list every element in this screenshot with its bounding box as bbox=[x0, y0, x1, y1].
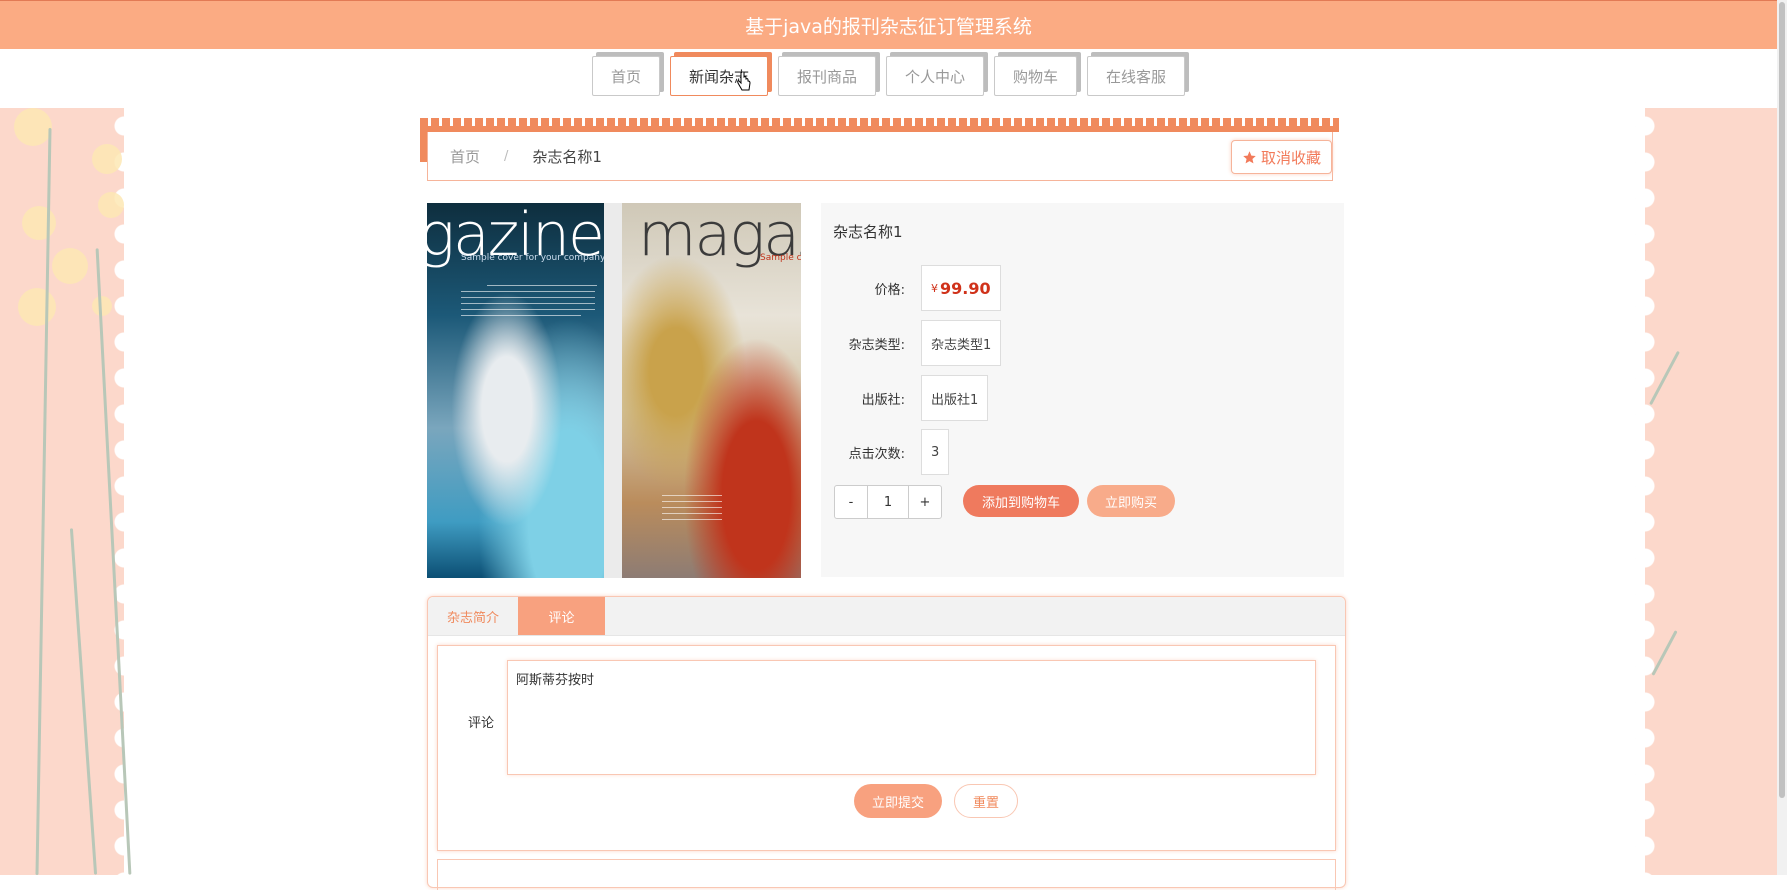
nav-online-service[interactable]: 在线客服 bbox=[1087, 56, 1186, 96]
clicks-row: 点击次数: 3 bbox=[833, 429, 950, 475]
breadcrumb-home[interactable]: 首页 bbox=[450, 146, 480, 167]
cover-subtitle: Sample cover for your company bbox=[461, 253, 604, 263]
comment-textarea[interactable]: 阿斯蒂芬按时 bbox=[507, 660, 1316, 775]
nav-personal-center[interactable]: 个人中心 bbox=[886, 56, 985, 96]
magazine-cover-image-2: magaz Sample co bbox=[622, 203, 801, 578]
publisher-row: 出版社: 出版社1 bbox=[833, 375, 989, 421]
type-value: 杂志类型1 bbox=[921, 320, 1002, 366]
submit-button[interactable]: 立即提交 bbox=[854, 784, 942, 818]
star-icon bbox=[1243, 150, 1256, 163]
nav-news-magazine[interactable]: 新闻杂志 bbox=[669, 56, 768, 96]
product-name: 杂志名称1 bbox=[833, 223, 903, 241]
nav-label: 个人中心 bbox=[905, 67, 966, 86]
price-value-box: ¥ 99.90 bbox=[921, 265, 1001, 311]
type-label: 杂志类型: bbox=[848, 337, 905, 353]
clicks-label: 点击次数: bbox=[848, 446, 905, 462]
product-info-panel: 杂志名称1 价格: ¥ 99.90 杂志类型: 杂志类型1 出版社: 出版社1 … bbox=[821, 203, 1344, 577]
main-nav: 首页 新闻杂志 报刊商品 个人中心 购物车 在线客服 bbox=[0, 56, 1777, 98]
tab-bar: 杂志简介 评论 bbox=[428, 597, 1345, 636]
nav-label: 在线客服 bbox=[1106, 67, 1167, 86]
breadcrumb-current: 杂志名称1 bbox=[532, 147, 602, 166]
breadcrumb-bar: 首页 / 杂志名称1 取消收藏 bbox=[420, 118, 1339, 182]
clicks-value: 3 bbox=[921, 429, 950, 475]
publisher-value: 出版社1 bbox=[921, 375, 989, 421]
nav-label: 首页 bbox=[610, 67, 641, 86]
add-to-cart-button[interactable]: 添加到购物车 bbox=[963, 485, 1079, 517]
price-label: 价格: bbox=[874, 282, 905, 298]
nav-home[interactable]: 首页 bbox=[591, 56, 660, 96]
scrollbar-thumb[interactable] bbox=[1779, 2, 1785, 798]
increase-button[interactable]: + bbox=[909, 486, 941, 518]
type-row: 杂志类型: 杂志类型1 bbox=[833, 320, 1002, 366]
nav-label: 购物车 bbox=[1013, 67, 1059, 86]
decrease-button[interactable]: - bbox=[835, 486, 867, 518]
tab-comments[interactable]: 评论 bbox=[518, 597, 605, 635]
breadcrumb-separator: / bbox=[504, 148, 509, 164]
nav-newspaper-products[interactable]: 报刊商品 bbox=[777, 56, 876, 96]
nav-label: 报刊商品 bbox=[796, 67, 857, 86]
hand-cursor-icon bbox=[737, 72, 751, 91]
quantity-stepper: - 1 + bbox=[834, 485, 942, 519]
buy-now-button[interactable]: 立即购买 bbox=[1087, 485, 1175, 517]
tab-magazine-intro[interactable]: 杂志简介 bbox=[428, 597, 518, 635]
reset-button[interactable]: 重置 bbox=[954, 784, 1018, 818]
price-value: 99.90 bbox=[940, 278, 991, 298]
magazine-cover-image-1: gazine Sample cover for your company bbox=[427, 203, 604, 578]
cover-subtitle: Sample co bbox=[760, 253, 801, 263]
app-header: 基于java的报刊杂志征订管理系统 bbox=[0, 0, 1777, 49]
currency-symbol: ¥ bbox=[931, 281, 938, 295]
vertical-scrollbar[interactable] bbox=[1777, 0, 1787, 875]
price-row: 价格: ¥ 99.90 bbox=[833, 265, 1001, 311]
comment-label: 评论 bbox=[468, 716, 495, 731]
left-decoration bbox=[0, 108, 134, 875]
unfavorite-button[interactable]: 取消收藏 bbox=[1230, 140, 1332, 174]
quantity-input[interactable]: 1 bbox=[867, 486, 909, 518]
unfavorite-label: 取消收藏 bbox=[1260, 148, 1321, 167]
app-title: 基于java的报刊杂志征订管理系统 bbox=[745, 15, 1032, 38]
comment-form: 评论 阿斯蒂芬按时 立即提交 重置 bbox=[437, 645, 1336, 851]
right-decoration bbox=[1635, 108, 1777, 875]
image-divider bbox=[604, 203, 622, 578]
publisher-label: 出版社: bbox=[861, 392, 905, 408]
breadcrumb: 首页 / 杂志名称1 取消收藏 bbox=[427, 132, 1333, 181]
nav-cart[interactable]: 购物车 bbox=[994, 56, 1078, 96]
detail-tabs: 杂志简介 评论 评论 阿斯蒂芬按时 立即提交 重置 bbox=[427, 596, 1346, 890]
